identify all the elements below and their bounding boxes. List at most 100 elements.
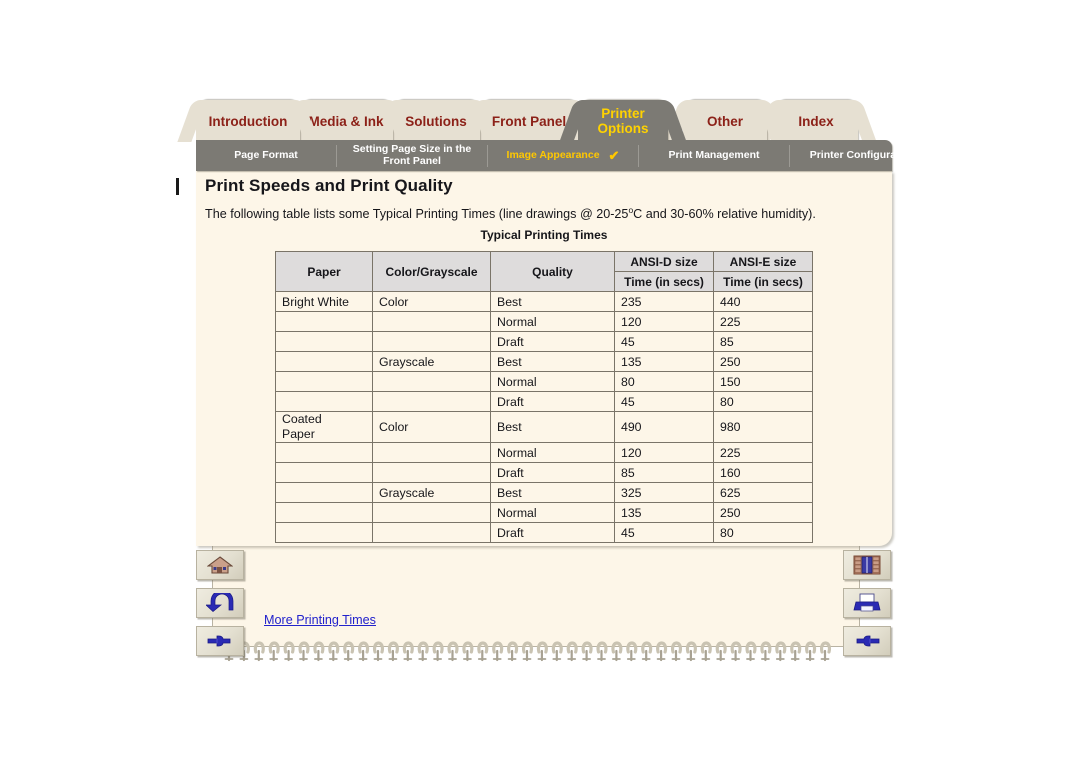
cell-cg: Color: [372, 291, 491, 312]
cell-ansi-d: 120: [614, 311, 714, 332]
table-row: Normal 120 225: [275, 442, 813, 463]
intro-text-before: The following table lists some Typical P…: [205, 207, 629, 222]
cell-cg: [372, 502, 491, 523]
table-header-row-top: Paper Color/Grayscale Quality ANSI-D siz…: [275, 251, 813, 292]
previous-page-button[interactable]: [843, 626, 891, 656]
cell-quality: Normal: [490, 442, 615, 463]
cell-ansi-d: 325: [614, 482, 714, 503]
subnav-item-print-management[interactable]: Print Management: [639, 140, 789, 171]
spiral-binding: [222, 638, 834, 664]
table-head: Paper Color/Grayscale Quality ANSI-D siz…: [275, 251, 813, 292]
tab-left-edge: [177, 100, 207, 142]
page-title: Print Speeds and Print Quality: [205, 176, 453, 195]
content-page-panel: Print Speeds and Print Quality The follo…: [196, 171, 892, 546]
cell-paper: [275, 522, 373, 543]
cell-ansi-e: 250: [713, 502, 813, 523]
home-button[interactable]: [196, 550, 244, 580]
th-ansi-d-time: Time (in secs): [614, 271, 714, 292]
printer-icon: [853, 593, 881, 613]
index-button[interactable]: [843, 550, 891, 580]
table-row: Bright White Color Best 235 440: [275, 291, 813, 312]
intro-text-after: C and 30-60% relative humidity).: [633, 207, 816, 222]
cell-cg: [372, 391, 491, 412]
subnav-item-image-appearance[interactable]: Image Appearance ✔: [488, 140, 638, 171]
th-ansi-d-size: ANSI-D size: [614, 251, 714, 272]
table-row: Draft 45 85: [275, 331, 813, 352]
cell-cg: [372, 311, 491, 332]
cell-ansi-d: 135: [614, 502, 714, 523]
cell-ansi-d: 45: [614, 522, 714, 543]
main-tab-label: Introduction: [208, 113, 288, 129]
next-page-button[interactable]: [196, 626, 244, 656]
main-tab-index[interactable]: Index: [755, 100, 877, 142]
cell-ansi-d: 80: [614, 371, 714, 392]
subnav-item-label: Setting Page Size in the Front Panel: [352, 143, 472, 167]
th-ansi-e-size: ANSI-E size: [713, 251, 813, 272]
cell-quality: Draft: [490, 522, 615, 543]
cell-quality: Best: [490, 351, 615, 372]
bookshelf-index-icon: [853, 555, 881, 575]
cell-paper: [275, 442, 373, 463]
back-button[interactable]: [196, 588, 244, 618]
cell-ansi-e: 225: [713, 442, 813, 463]
cell-paper: [275, 371, 373, 392]
cell-paper: [275, 462, 373, 483]
cell-ansi-e: 150: [713, 371, 813, 392]
page-lower-fill-left: [215, 546, 835, 646]
spiral-binding-svg: [223, 641, 832, 662]
table-row: Normal 135 250: [275, 502, 813, 523]
cell-paper: [275, 311, 373, 332]
table-row: Coated Paper Color Best 490 980: [275, 411, 813, 443]
th-color-grayscale: Color/Grayscale: [372, 251, 491, 292]
main-tab-printer-options[interactable]: Printer Options: [559, 100, 687, 142]
check-icon: ✔: [608, 147, 620, 163]
cell-ansi-e: 80: [713, 522, 813, 543]
table-row: Draft 45 80: [275, 391, 813, 412]
main-tab-introduction[interactable]: Introduction: [177, 100, 319, 142]
table-row: Draft 85 160: [275, 462, 813, 483]
table-row: Normal 120 225: [275, 311, 813, 332]
cell-ansi-d: 235: [614, 291, 714, 312]
hand-pointing-left-icon: [853, 632, 881, 650]
cell-cg: [372, 371, 491, 392]
cell-paper: Bright White: [275, 291, 373, 312]
print-button[interactable]: [843, 588, 891, 618]
main-tab-bar: Introduction Media & Ink Solutions Front Pa…: [177, 100, 896, 142]
cell-ansi-e: 250: [713, 351, 813, 372]
cell-paper: [275, 391, 373, 412]
cell-quality: Draft: [490, 391, 615, 412]
main-tab-label: Other: [706, 113, 743, 129]
cell-ansi-e: 225: [713, 311, 813, 332]
text-cursor-bar: [176, 178, 179, 195]
intro-paragraph: The following table lists some Typical P…: [205, 205, 883, 221]
main-tab-label: Printer Options: [597, 106, 649, 136]
table-row: Draft 45 80: [275, 522, 813, 543]
sub-navigation-bar: Page Format Setting Page Size in the Fron…: [196, 140, 915, 171]
main-tab-other[interactable]: Other: [664, 100, 786, 142]
cell-paper: [275, 502, 373, 523]
cell-ansi-d: 45: [614, 331, 714, 352]
cell-ansi-d: 120: [614, 442, 714, 463]
subnav-item-printer-configuration[interactable]: Printer Configuration: [790, 140, 935, 171]
tab-right-edge: [847, 100, 877, 142]
main-tab-label: Solutions: [405, 113, 467, 129]
cell-cg: Color: [372, 411, 491, 443]
subnav-item-page-format[interactable]: Page Format: [196, 140, 336, 171]
cell-cg: [372, 331, 491, 352]
subnav-item-setting-page-size-in-the-front-panel[interactable]: Setting Page Size in the Front Panel: [337, 140, 487, 171]
more-printing-times-link[interactable]: More Printing Times: [264, 613, 376, 627]
cell-ansi-e: 80: [713, 391, 813, 412]
cell-quality: Best: [490, 482, 615, 503]
cell-paper: Coated Paper: [275, 411, 373, 443]
cell-ansi-e: 85: [713, 331, 813, 352]
th-quality: Quality: [490, 251, 615, 292]
cell-paper: [275, 331, 373, 352]
hand-pointing-right-icon: [206, 632, 234, 650]
table-row: Grayscale Best 325 625: [275, 482, 813, 503]
cell-ansi-d: 85: [614, 462, 714, 483]
table-body: Bright White Color Best 235 440 Normal 120 225 D…: [275, 291, 813, 543]
cell-ansi-e: 160: [713, 462, 813, 483]
table-row: Grayscale Best 135 250: [275, 351, 813, 372]
cell-quality: Normal: [490, 371, 615, 392]
page-root: Introduction Media & Ink Solutions Front Pa…: [0, 0, 1080, 763]
